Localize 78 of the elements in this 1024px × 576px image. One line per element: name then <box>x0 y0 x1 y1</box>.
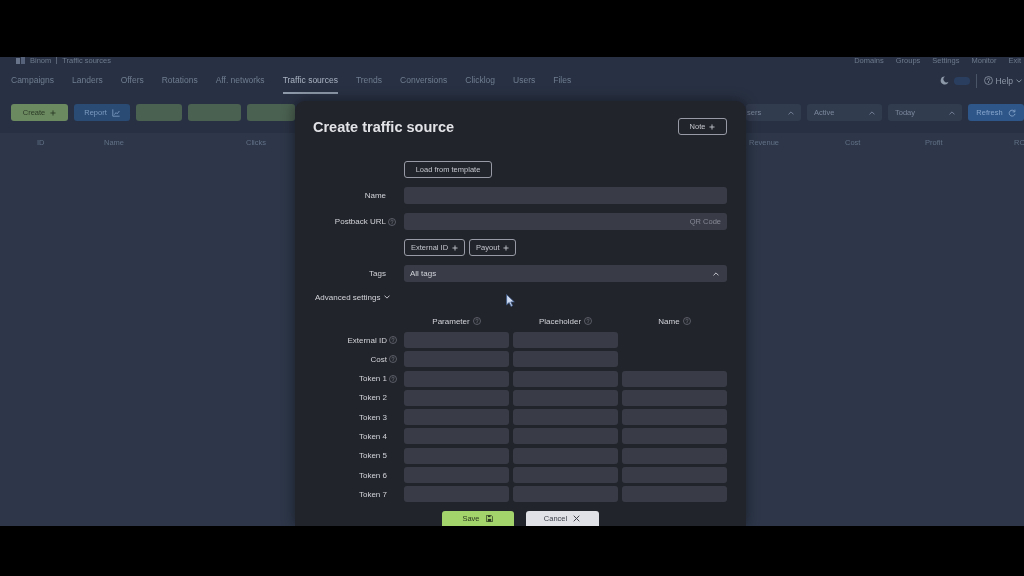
parameter-input[interactable] <box>404 467 509 484</box>
tags-dropdown[interactable]: All tags <box>404 265 727 282</box>
help-button[interactable]: Help <box>983 75 1024 86</box>
nav-tab[interactable]: Landers <box>72 64 103 94</box>
plus-icon <box>50 109 57 116</box>
field-label: Token 5 <box>358 451 387 461</box>
placeholder-input[interactable] <box>513 370 618 387</box>
placeholder-input[interactable] <box>513 351 618 368</box>
field-label: Token 4 <box>358 432 387 441</box>
field-label: Name <box>364 191 386 200</box>
refresh-icon <box>1007 108 1016 117</box>
chart-icon <box>111 108 120 117</box>
plus-icon <box>452 244 459 251</box>
caret-icon <box>1016 77 1022 84</box>
name-input[interactable] <box>622 409 727 426</box>
caret-icon <box>949 109 955 116</box>
placeholder-input[interactable] <box>513 332 618 348</box>
toolbar-button[interactable] <box>136 104 182 121</box>
caret-icon <box>713 270 719 277</box>
name-input[interactable] <box>622 370 727 387</box>
nav-tab[interactable]: Campaigns <box>11 64 54 94</box>
parameter-input[interactable] <box>404 409 509 426</box>
nav-tab[interactable]: Clicklog <box>465 64 496 94</box>
nav-tab[interactable]: Offers <box>120 64 144 94</box>
parameter-input[interactable] <box>404 370 509 387</box>
nav-tab[interactable]: Trends <box>355 64 383 94</box>
column-label: Name <box>658 316 680 326</box>
name-input[interactable] <box>404 187 727 204</box>
advanced-settings-toggle[interactable]: Advanced settings <box>315 290 391 304</box>
parameter-input[interactable] <box>404 351 509 368</box>
chevron-icon <box>384 294 391 300</box>
name-input[interactable] <box>622 447 727 464</box>
placeholder-input[interactable] <box>513 467 618 484</box>
nav-tab[interactable]: Users <box>513 64 536 94</box>
parameter-input[interactable] <box>404 428 509 445</box>
field-label: Token 1 <box>358 374 387 384</box>
toolbar-button[interactable] <box>188 104 241 121</box>
field-label: Tags <box>369 269 386 278</box>
field-label: Token 3 <box>358 412 387 422</box>
nav-tab[interactable]: Aff. networks <box>215 64 265 94</box>
toolbar-button[interactable] <box>247 104 295 121</box>
caret-icon <box>869 109 875 116</box>
mouse-pointer-icon <box>506 294 515 307</box>
nav-tab[interactable]: Traffic sources <box>282 64 338 94</box>
plus-icon <box>503 244 510 251</box>
dialog-title: Create traffic source <box>313 118 455 135</box>
parameter-input[interactable] <box>404 447 509 464</box>
name-input[interactable] <box>622 428 727 445</box>
nav-tab[interactable]: Files <box>553 64 572 94</box>
column-label: Placeholder <box>538 316 582 326</box>
help-icon <box>983 76 993 85</box>
placeholder-input[interactable] <box>513 389 618 406</box>
column-label: Parameter <box>432 316 470 326</box>
theme-toggle[interactable] <box>953 76 970 85</box>
plus-icon <box>709 123 716 130</box>
nav-tab[interactable]: Conversions <box>400 64 448 94</box>
parameter-input[interactable] <box>404 332 509 348</box>
placeholder-input[interactable] <box>513 447 618 464</box>
field-label: Cost <box>370 354 387 364</box>
field-label: Token 6 <box>358 470 387 480</box>
field-label: External ID <box>347 335 387 345</box>
logo-icon <box>16 57 25 64</box>
placeholder-input[interactable] <box>513 486 618 503</box>
placeholder-input[interactable] <box>513 409 618 426</box>
close-icon <box>573 515 581 522</box>
floppy-disk-icon <box>485 515 493 522</box>
placeholder-input[interactable] <box>513 428 618 445</box>
moon-icon[interactable] <box>939 76 949 85</box>
name-input[interactable] <box>622 389 727 406</box>
name-input[interactable] <box>622 486 727 503</box>
parameter-input[interactable] <box>404 389 509 406</box>
parameter-input[interactable] <box>404 486 509 503</box>
caret-icon <box>788 109 794 116</box>
nav-tab[interactable]: Rotations <box>161 64 198 94</box>
name-input[interactable] <box>622 467 727 484</box>
field-label: Token 7 <box>358 489 387 499</box>
field-label: Token 2 <box>358 393 387 403</box>
field-label: Postback URL <box>334 217 386 226</box>
